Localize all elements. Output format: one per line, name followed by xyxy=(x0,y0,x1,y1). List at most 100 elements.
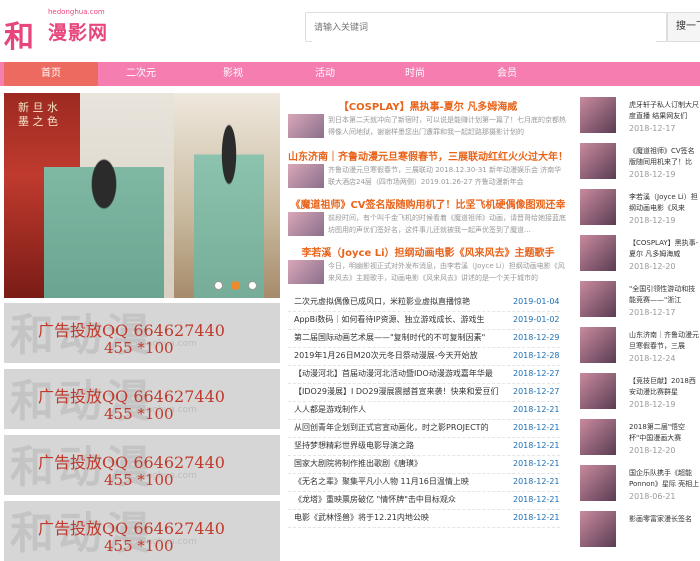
sidebar-title[interactable]: "全国引领性游动和技能竞赛——"浙江 xyxy=(629,284,700,306)
nav-film[interactable]: 影视 xyxy=(186,62,280,86)
nav-events[interactable]: 活动 xyxy=(278,62,372,86)
banner-cosplay-figure xyxy=(44,133,164,298)
news-title[interactable]: 第二届国际动画艺术展——"复制时代的不可复制因素" xyxy=(294,329,504,347)
sidebar-item[interactable]: 影画零富家漫长签名 xyxy=(580,507,700,547)
slider-dot[interactable] xyxy=(248,281,257,290)
sidebar-thumbnail[interactable] xyxy=(580,143,616,179)
sidebar-item[interactable]: 李若溪（Joyce Li）担纲动画电影《风来 2018-12-19 xyxy=(580,185,700,225)
sidebar-thumbnail[interactable] xyxy=(580,327,616,363)
sidebar-item[interactable]: 【竞技巨献】2018西安动漫比赛群星 2018-12-19 xyxy=(580,369,700,409)
news-title[interactable]: 【动漫河北】首届动漫河北活动暨IDO动漫游戏嘉年华最 xyxy=(294,365,504,383)
sidebar-item[interactable]: 2018第二届"悟空杯"中国漫画大赛 2018-12-20 xyxy=(580,415,700,455)
featured-thumbnail[interactable] xyxy=(288,260,324,284)
news-title[interactable]: 坚持梦想精彩世界级电影导演之路 xyxy=(294,437,504,455)
sidebar-thumbnail[interactable] xyxy=(580,511,616,547)
banner-slider[interactable]: 新 旦 水 墨 之 色 xyxy=(4,93,280,298)
ad-line-2: 455 *100 xyxy=(104,405,174,423)
news-title[interactable]: 《无名之辈》聚集平凡小人物 11月16日温情上映 xyxy=(294,473,504,491)
nav-anime[interactable]: 二次元 xyxy=(94,62,188,86)
search-input[interactable] xyxy=(312,14,656,42)
sidebar-thumbnail[interactable] xyxy=(580,235,616,271)
sidebar-title[interactable]: 李若溪（Joyce Li）担纲动画电影《风来 xyxy=(629,192,700,214)
featured-title[interactable]: 李若溪（Joyce Li）担纲动画电影《风来风去》主题歌手 xyxy=(288,244,568,259)
featured-item[interactable]: 李若溪（Joyce Li）担纲动画电影《风来风去》主题歌手 今日，明幽影视正式对… xyxy=(288,244,568,284)
banner-right-panel xyxy=(174,93,280,298)
news-title[interactable]: AppBi数码｜如何看待IP资源、独立游戏成长、游戏生 xyxy=(294,311,504,329)
ad-banner[interactable]: 和动漫 hedonghua.com 广告投放QQ 664627440 455 *… xyxy=(4,501,280,561)
sidebar-title[interactable]: 影画零富家漫长签名 xyxy=(629,514,700,536)
sidebar-thumbnail[interactable] xyxy=(580,189,616,225)
sidebar-item[interactable]: 国企乐队携手《超能Ponnon》星际 壳相上海 2018-06-21 xyxy=(580,461,700,501)
news-row[interactable]: 坚持梦想精彩世界级电影导演之路 2018-12-21 xyxy=(288,437,560,456)
ad-banner[interactable]: 和动漫 hedonghua.com 广告投放QQ 664627440 455 *… xyxy=(4,369,280,429)
logo-char: 和 xyxy=(4,20,34,55)
sidebar-thumbnail[interactable] xyxy=(580,465,616,501)
news-row[interactable]: 从回创青年企划到正式官宣动画化，时之影PROJECT的 2018-12-21 xyxy=(288,419,560,438)
news-row[interactable]: 二次元虚拟偶像已成风口，米粒影业虚拟直播惊艳 2019-01-04 xyxy=(288,293,560,312)
news-row[interactable]: 【IDO29漫展】I DO29漫展震撼首宣来袭！快来和爱豆们 2018-12-27 xyxy=(288,383,560,402)
news-title[interactable]: 人人都是游戏制作人 xyxy=(294,401,504,419)
search-button[interactable]: 搜一下 xyxy=(667,12,700,42)
sidebar-title[interactable]: 2018第二届"悟空杯"中国漫画大赛 xyxy=(629,422,700,444)
site-logo[interactable]: 和 hedonghua.com 漫影网 xyxy=(4,6,116,55)
sidebar-item[interactable]: 【COSPLAY】黑执事-夏尔 凡多姆海威 2018-12-20 xyxy=(580,231,700,271)
sidebar-title[interactable]: 虎牙轩子私人订制大尺度直播 结果网友们 xyxy=(629,100,700,122)
news-row[interactable]: 《无名之辈》聚集平凡小人物 11月16日温情上映 2018-12-21 xyxy=(288,473,560,492)
sidebar-thumbnail[interactable] xyxy=(580,419,616,455)
sidebar-title[interactable]: 山东济南｜齐鲁动漫元旦寒假春节，三展 xyxy=(629,330,700,352)
sidebar-item[interactable]: 虎牙轩子私人订制大尺度直播 结果网友们 2018-12-17 xyxy=(580,93,700,133)
logo-name: 漫影网 xyxy=(48,22,109,44)
news-title[interactable]: 国家大剧院将制作推出歌剧《唐璜》 xyxy=(294,455,504,473)
featured-thumbnail[interactable] xyxy=(288,114,324,138)
featured-title[interactable]: 【COSPLAY】黑执事-夏尔 凡多姆海威 xyxy=(288,98,568,113)
featured-thumbnail[interactable] xyxy=(288,164,324,188)
ad-line-2: 455 *100 xyxy=(104,339,174,357)
news-title[interactable]: 从回创青年企划到正式官宣动画化，时之影PROJECT的 xyxy=(294,419,504,437)
news-row[interactable]: 国家大剧院将制作推出歌剧《唐璜》 2018-12-21 xyxy=(288,455,560,474)
news-row[interactable]: 2019年1月26日M20次元冬日祭动漫展-今天开始放 2018-12-28 xyxy=(288,347,560,366)
sidebar-title[interactable]: 【竞技巨献】2018西安动漫比赛群星 xyxy=(629,376,700,398)
nav-home[interactable]: 首页 xyxy=(4,62,98,86)
slider-dot[interactable] xyxy=(214,281,223,290)
news-title[interactable]: 二次元虚拟偶像已成风口，米粒影业虚拟直播惊艳 xyxy=(294,293,504,311)
featured-item[interactable]: 【COSPLAY】黑执事-夏尔 凡多姆海威 到日本第二天就冲向了新宿时，可以说是… xyxy=(288,98,568,138)
news-row[interactable]: 电影《武林怪兽》将于12.21内地公映 2018-12-21 xyxy=(288,509,560,528)
sidebar-date: 2018-12-19 xyxy=(629,400,676,409)
featured-title[interactable]: 《魔道祖师》CV签名版随购用机了！比坚飞机硬偶像图观还幸 xyxy=(288,196,568,211)
nav-fashion[interactable]: 时尚 xyxy=(368,62,462,86)
news-row[interactable]: 第二届国际动画艺术展——"复制时代的不可复制因素" 2018-12-29 xyxy=(288,329,560,348)
slider-dot-active[interactable] xyxy=(231,281,240,290)
news-title[interactable]: 【IDO29漫展】I DO29漫展震撼首宣来袭！快来和爱豆们 xyxy=(294,383,504,401)
sidebar-title[interactable]: 《魔道祖师》CV签名版随同用机来了！比 xyxy=(629,146,700,168)
nav-member[interactable]: 会员 xyxy=(460,62,554,86)
ad-banner[interactable]: 和动漫 hedonghua.com 广告投放QQ 664627440 455 *… xyxy=(4,303,280,363)
news-title[interactable]: 电影《武林怪兽》将于12.21内地公映 xyxy=(294,509,504,527)
news-date: 2018-12-27 xyxy=(513,387,560,396)
ad-line-1: 广告投放QQ 664627440 xyxy=(38,321,225,340)
sidebar-item[interactable]: 山东济南｜齐鲁动漫元旦寒假春节，三展 2018-12-24 xyxy=(580,323,700,363)
news-title[interactable]: 《龙塔》重映票房破亿 "情怀牌"击中目标观众 xyxy=(294,491,504,509)
sidebar-date: 2018-12-17 xyxy=(629,308,676,317)
ad-banner[interactable]: 和动漫 hedonghua.com 广告投放QQ 664627440 455 *… xyxy=(4,435,280,495)
featured-desc: 齐鲁动漫元旦寒假春节，三展联动 2018.12.30-31 新年动漫娱乐会 济南… xyxy=(328,166,562,186)
featured-title[interactable]: 山东济南｜齐鲁动漫元旦寒假春节，三展联动红红火火过大年！ xyxy=(288,148,568,163)
news-row[interactable]: AppBi数码｜如何看待IP资源、独立游戏成长、游戏生 2019-01-02 xyxy=(288,311,560,330)
sidebar-thumbnail[interactable] xyxy=(580,97,616,133)
sidebar-item[interactable]: 《魔道祖师》CV签名版随同用机来了！比 2018-12-19 xyxy=(580,139,700,179)
featured-desc: 前段时间，有个叫千金飞机的时候看着《魔道祖师》动画，请晋哥给她接蓝底坊图用的声优… xyxy=(328,214,566,234)
sidebar-item[interactable]: "全国引领性游动和技能竞赛——"浙江 2018-12-17 xyxy=(580,277,700,317)
news-row[interactable]: 人人都是游戏制作人 2018-12-21 xyxy=(288,401,560,420)
sidebar-date: 2018-12-24 xyxy=(629,354,676,363)
sidebar-title[interactable]: 【COSPLAY】黑执事-夏尔 凡多姆海威 xyxy=(629,238,700,260)
featured-item[interactable]: 山东济南｜齐鲁动漫元旦寒假春节，三展联动红红火火过大年！ 齐鲁动漫元旦寒假春节，… xyxy=(288,148,568,188)
news-title[interactable]: 2019年1月26日M20次元冬日祭动漫展-今天开始放 xyxy=(294,347,504,365)
news-row[interactable]: 《龙塔》重映票房破亿 "情怀牌"击中目标观众 2018-12-21 xyxy=(288,491,560,510)
featured-item[interactable]: 《魔道祖师》CV签名版随购用机了！比坚飞机硬偶像图观还幸 前段时间，有个叫千金飞… xyxy=(288,196,568,236)
sidebar-thumbnail[interactable] xyxy=(580,373,616,409)
featured-thumbnail[interactable] xyxy=(288,212,324,236)
sidebar-thumbnail[interactable] xyxy=(580,281,616,317)
news-row[interactable]: 【动漫河北】首届动漫河北活动暨IDO动漫游戏嘉年华最 2018-12-27 xyxy=(288,365,560,384)
search-box xyxy=(305,12,667,42)
sidebar-title[interactable]: 国企乐队携手《超能Ponnon》星际 壳相上海 xyxy=(629,468,700,490)
news-date: 2018-12-27 xyxy=(513,369,560,378)
